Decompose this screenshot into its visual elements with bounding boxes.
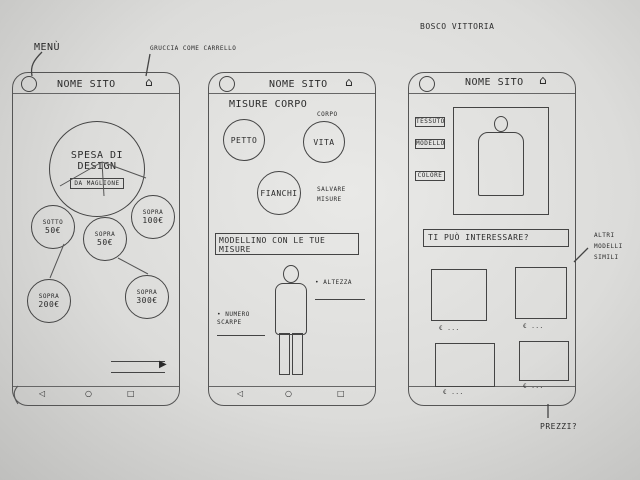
menu-pointer-line [30, 51, 43, 77]
annotation-strokes [13, 51, 589, 418]
tree-line-4 [49, 243, 65, 279]
other-models-pointer-line [573, 247, 589, 263]
cart-pointer-line [145, 53, 151, 77]
tree-line-1 [59, 161, 103, 187]
phone-edge-doodle [13, 385, 19, 405]
tree-line-2 [101, 161, 105, 197]
paper-sheet: MENÙ GRUCCIA COME CARRELLO BOSCO VITTORI… [0, 0, 640, 480]
tree-line-3 [101, 161, 147, 179]
tree-line-5 [117, 257, 149, 275]
